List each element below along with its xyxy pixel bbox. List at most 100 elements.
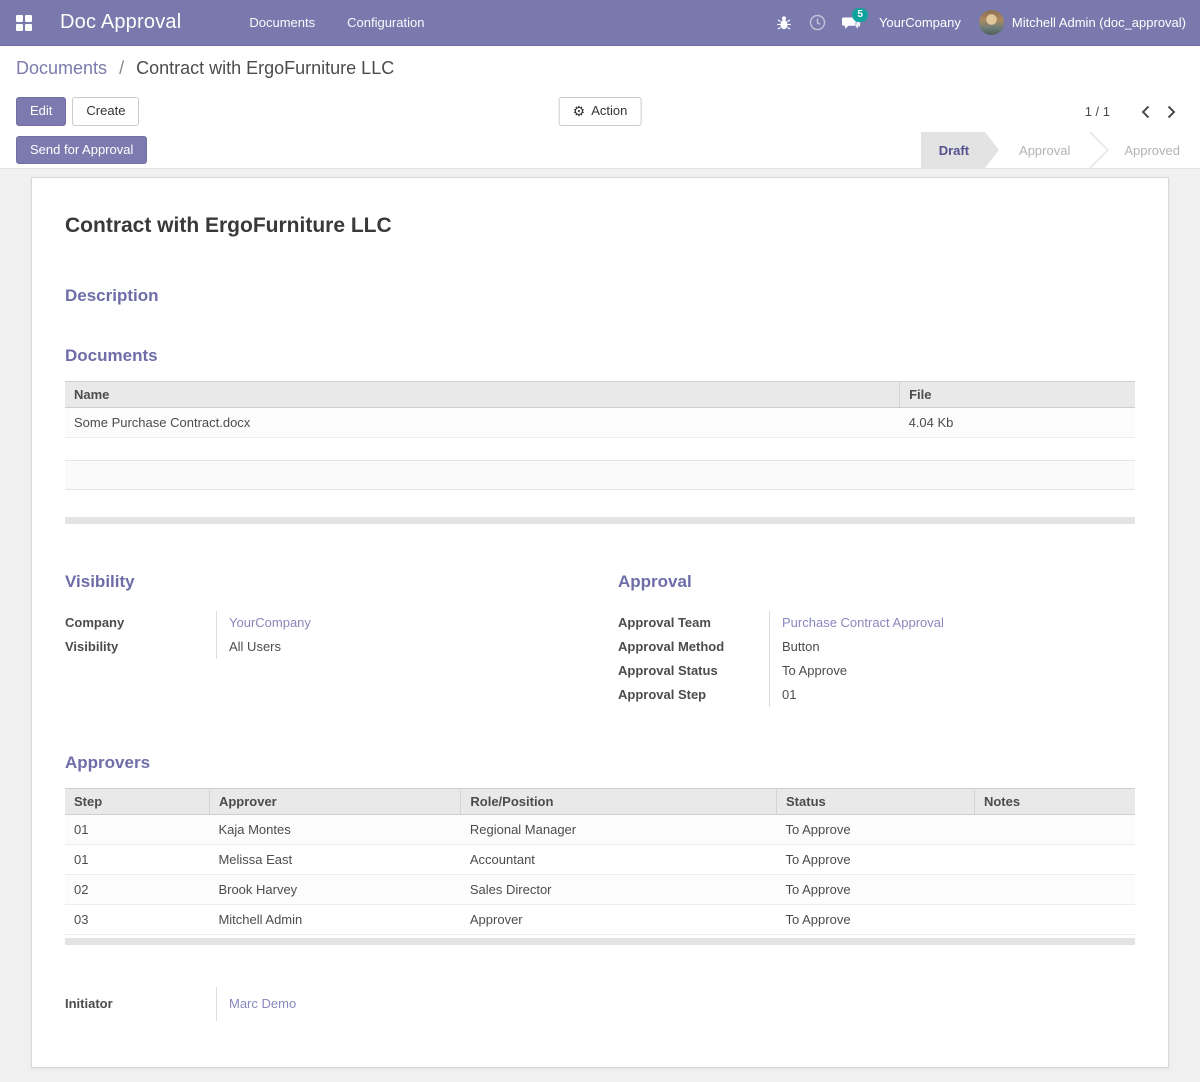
empty-row [65, 461, 1135, 490]
breadcrumb-separator: / [119, 58, 124, 78]
documents-col-name[interactable]: Name [65, 382, 900, 408]
apps-menu-icon[interactable] [16, 15, 32, 31]
record-title: Contract with ErgoFurniture LLC [65, 214, 1135, 238]
document-file-cell[interactable]: 4.04 Kb [900, 408, 1135, 438]
field-approval-step: Approval Step 01 [618, 683, 1135, 707]
statusbar-row: Send for Approval Draft Approval Approve… [0, 132, 1200, 169]
field-approval-team: Approval Team Purchase Contract Approval [618, 611, 1135, 635]
menu-configuration[interactable]: Configuration [331, 1, 440, 44]
field-initiator: Initiator Marc Demo [65, 987, 1135, 1021]
approvers-col-notes[interactable]: Notes [974, 788, 1135, 814]
main-menu: Documents Configuration [233, 1, 440, 44]
field-approval-method: Approval Method Button [618, 635, 1135, 659]
approvers-col-step[interactable]: Step [65, 788, 209, 814]
gear-icon: ⚙ [573, 103, 586, 121]
user-name: Mitchell Admin (doc_approval) [1012, 15, 1186, 30]
approver-step-cell[interactable]: 01 [65, 814, 209, 844]
edit-button[interactable]: Edit [16, 97, 66, 125]
approvers-table: Step Approver Role/Position Status Notes… [65, 788, 1135, 935]
section-approval-title: Approval [618, 572, 1135, 592]
approver-role-cell[interactable]: Approver [461, 904, 777, 934]
approver-row[interactable]: 02 Brook Harvey Sales Director To Approv… [65, 874, 1135, 904]
section-visibility-title: Visibility [65, 572, 582, 592]
approver-role-cell[interactable]: Regional Manager [461, 814, 777, 844]
create-button[interactable]: Create [72, 97, 139, 125]
menu-documents[interactable]: Documents [233, 1, 331, 44]
stage-chevron-separator [1090, 132, 1104, 168]
breadcrumb: Documents / Contract with ErgoFurniture … [16, 58, 394, 79]
app-title[interactable]: Doc Approval [60, 11, 181, 34]
field-initiator-label: Initiator [65, 996, 216, 1011]
approver-status-cell[interactable]: To Approve [777, 874, 975, 904]
company-switcher[interactable]: YourCompany [869, 15, 979, 30]
field-approval-team-label: Approval Team [618, 615, 769, 630]
breadcrumb-parent-link[interactable]: Documents [16, 58, 107, 78]
field-company: Company YourCompany [65, 611, 582, 635]
approver-row[interactable]: 03 Mitchell Admin Approver To Approve [65, 904, 1135, 934]
field-approval-status-label: Approval Status [618, 663, 769, 678]
approver-name-cell[interactable]: Melissa East [209, 844, 460, 874]
field-approval-step-value: 01 [769, 683, 1135, 707]
approver-notes-cell[interactable] [974, 904, 1135, 934]
documents-col-file[interactable]: File [900, 382, 1135, 408]
approver-notes-cell[interactable] [974, 844, 1135, 874]
approver-name-cell[interactable]: Mitchell Admin [209, 904, 460, 934]
field-approval-team-value[interactable]: Purchase Contract Approval [782, 615, 944, 630]
approvers-col-approver[interactable]: Approver [209, 788, 460, 814]
send-for-approval-button[interactable]: Send for Approval [16, 136, 147, 164]
approver-role-cell[interactable]: Accountant [461, 844, 777, 874]
field-approval-status-value: To Approve [769, 659, 1135, 683]
control-panel: Edit Create ⚙ Action 1 / 1 [0, 91, 1200, 132]
approver-status-cell[interactable]: To Approve [777, 904, 975, 934]
approver-notes-cell[interactable] [974, 814, 1135, 844]
documents-table: Name File Some Purchase Contract.docx 4.… [65, 381, 1135, 513]
pager-next-icon[interactable] [1158, 99, 1184, 125]
approver-status-cell[interactable]: To Approve [777, 844, 975, 874]
approver-status-cell[interactable]: To Approve [777, 814, 975, 844]
approver-name-cell[interactable]: Kaja Montes [209, 814, 460, 844]
approvers-col-status[interactable]: Status [777, 788, 975, 814]
stage-approved[interactable]: Approved [1104, 132, 1200, 168]
empty-row [65, 490, 1135, 513]
section-approvers-title: Approvers [65, 753, 1135, 773]
pager-previous-icon[interactable] [1132, 99, 1158, 125]
field-initiator-value[interactable]: Marc Demo [229, 996, 296, 1011]
user-avatar [979, 10, 1004, 35]
action-button[interactable]: ⚙ Action [559, 97, 642, 127]
messages-icon[interactable]: 5 [835, 0, 869, 46]
field-visibility-value: All Users [216, 635, 582, 659]
documents-table-scrollbar[interactable] [65, 517, 1135, 524]
field-approval-method-value: Button [769, 635, 1135, 659]
field-company-label: Company [65, 615, 216, 630]
field-approval-method-label: Approval Method [618, 639, 769, 654]
breadcrumb-current: Contract with ErgoFurniture LLC [136, 58, 394, 78]
field-visibility-label: Visibility [65, 639, 216, 654]
breadcrumb-row: Documents / Contract with ErgoFurniture … [0, 46, 1200, 91]
approver-name-cell[interactable]: Brook Harvey [209, 874, 460, 904]
activity-clock-icon[interactable] [801, 0, 835, 46]
approver-row[interactable]: 01 Kaja Montes Regional Manager To Appro… [65, 814, 1135, 844]
approver-row[interactable]: 01 Melissa East Accountant To Approve [65, 844, 1135, 874]
approvers-table-scrollbar[interactable] [65, 938, 1135, 945]
approvers-col-role[interactable]: Role/Position [461, 788, 777, 814]
section-description-title: Description [65, 286, 1135, 306]
form-view-background: Contract with ErgoFurniture LLC Descript… [0, 169, 1200, 1082]
empty-row [65, 438, 1135, 461]
stage-draft[interactable]: Draft [921, 132, 999, 168]
statusbar: Draft Approval Approved [921, 132, 1200, 168]
document-row[interactable]: Some Purchase Contract.docx 4.04 Kb [65, 408, 1135, 438]
debug-bug-icon[interactable] [767, 0, 801, 46]
approver-step-cell[interactable]: 02 [65, 874, 209, 904]
field-company-value[interactable]: YourCompany [229, 615, 311, 630]
description-body [65, 306, 1135, 334]
approver-step-cell[interactable]: 01 [65, 844, 209, 874]
field-approval-step-label: Approval Step [618, 687, 769, 702]
form-sheet: Contract with ErgoFurniture LLC Descript… [31, 177, 1169, 1068]
user-menu[interactable]: Mitchell Admin (doc_approval) [979, 10, 1186, 35]
approver-step-cell[interactable]: 03 [65, 904, 209, 934]
approver-notes-cell[interactable] [974, 874, 1135, 904]
message-count-badge[interactable]: 5 [852, 8, 868, 22]
field-approval-status: Approval Status To Approve [618, 659, 1135, 683]
approver-role-cell[interactable]: Sales Director [461, 874, 777, 904]
document-name-cell[interactable]: Some Purchase Contract.docx [65, 408, 900, 438]
